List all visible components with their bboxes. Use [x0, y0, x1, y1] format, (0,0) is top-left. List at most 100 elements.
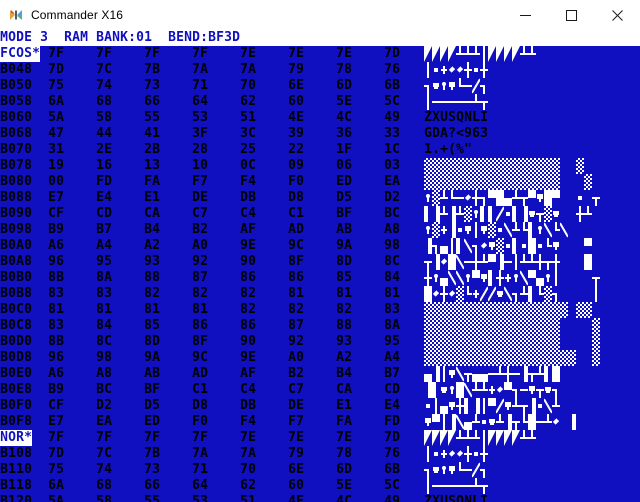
hex-digit: 3	[152, 254, 160, 269]
row-marker: *	[24, 430, 32, 446]
vertical-bar-glyph	[424, 94, 432, 110]
hex-digit: A	[384, 350, 392, 365]
petscii-char	[568, 494, 576, 502]
maximize-button[interactable]	[548, 0, 594, 30]
corner-j-glyph	[424, 462, 432, 478]
blank-glyph	[560, 382, 568, 398]
hex-digit: F	[248, 222, 256, 237]
row-marker: O	[16, 46, 24, 62]
hex-digit: D	[192, 190, 200, 205]
hex-digit: 5	[240, 494, 248, 502]
checker-glyph	[536, 174, 544, 190]
cross-glyph	[424, 270, 432, 286]
hex-digit: 7	[336, 46, 344, 61]
hex-digit: F	[344, 142, 352, 157]
checker-glyph	[448, 318, 456, 334]
backslash-glyph	[448, 270, 456, 286]
horizontal-bar-glyph	[432, 94, 440, 110]
tee-up-glyph	[440, 190, 448, 206]
blank-glyph	[528, 94, 536, 110]
row-marker: F	[0, 46, 8, 62]
hex-digit: 7	[48, 446, 56, 461]
hex-digit: 5	[104, 254, 112, 269]
row-address: B	[0, 382, 8, 397]
hex-digit: A	[248, 62, 256, 77]
left-half-glyph	[480, 206, 488, 222]
status-char	[576, 30, 584, 46]
close-button[interactable]	[594, 0, 640, 30]
top-half-glyph	[488, 398, 496, 414]
memory-row: B0A0 A6 A4 A2 A0 9E 9C 9A 98	[0, 238, 640, 254]
petscii-char: .	[432, 142, 440, 157]
top-half-glyph	[528, 190, 536, 206]
row-address	[32, 222, 40, 238]
petscii-char	[568, 142, 576, 158]
hex-digit: F	[240, 414, 248, 429]
status-char	[536, 30, 544, 46]
left-half-glyph	[488, 206, 496, 222]
hex-digit: D	[104, 174, 112, 189]
row-address: D	[16, 350, 24, 365]
spade-glyph	[448, 366, 456, 382]
petscii-char	[496, 494, 504, 502]
status-char	[288, 30, 296, 46]
checker-glyph	[496, 334, 504, 350]
checker-glyph	[480, 158, 488, 174]
checker-glyph	[440, 158, 448, 174]
row-address: F	[16, 398, 24, 413]
emulator-screen[interactable]: MODE 3 RAM BANK:01 BEND:BF3D FCOS* 7F 7F…	[0, 30, 640, 502]
checker-glyph	[528, 302, 536, 318]
title-bar[interactable]: Commander X16	[0, 0, 640, 30]
hex-digit: 0	[248, 462, 256, 477]
status-char	[384, 30, 392, 46]
hex-digit: 6	[56, 350, 64, 365]
hex-digit: B	[152, 446, 160, 461]
blank-glyph	[568, 158, 576, 174]
checker-glyph	[528, 174, 536, 190]
row-address: B	[0, 334, 8, 349]
status-char	[632, 30, 640, 46]
hex-digit: F	[56, 46, 64, 61]
diamond-glyph	[496, 382, 504, 398]
minimize-button[interactable]	[502, 0, 548, 30]
blank-glyph	[576, 398, 584, 414]
hex-digit: 4	[104, 238, 112, 253]
petscii-char: ?	[448, 126, 456, 141]
left-half-glyph	[512, 206, 520, 222]
cross-glyph	[576, 206, 584, 222]
petscii-char	[552, 494, 560, 502]
